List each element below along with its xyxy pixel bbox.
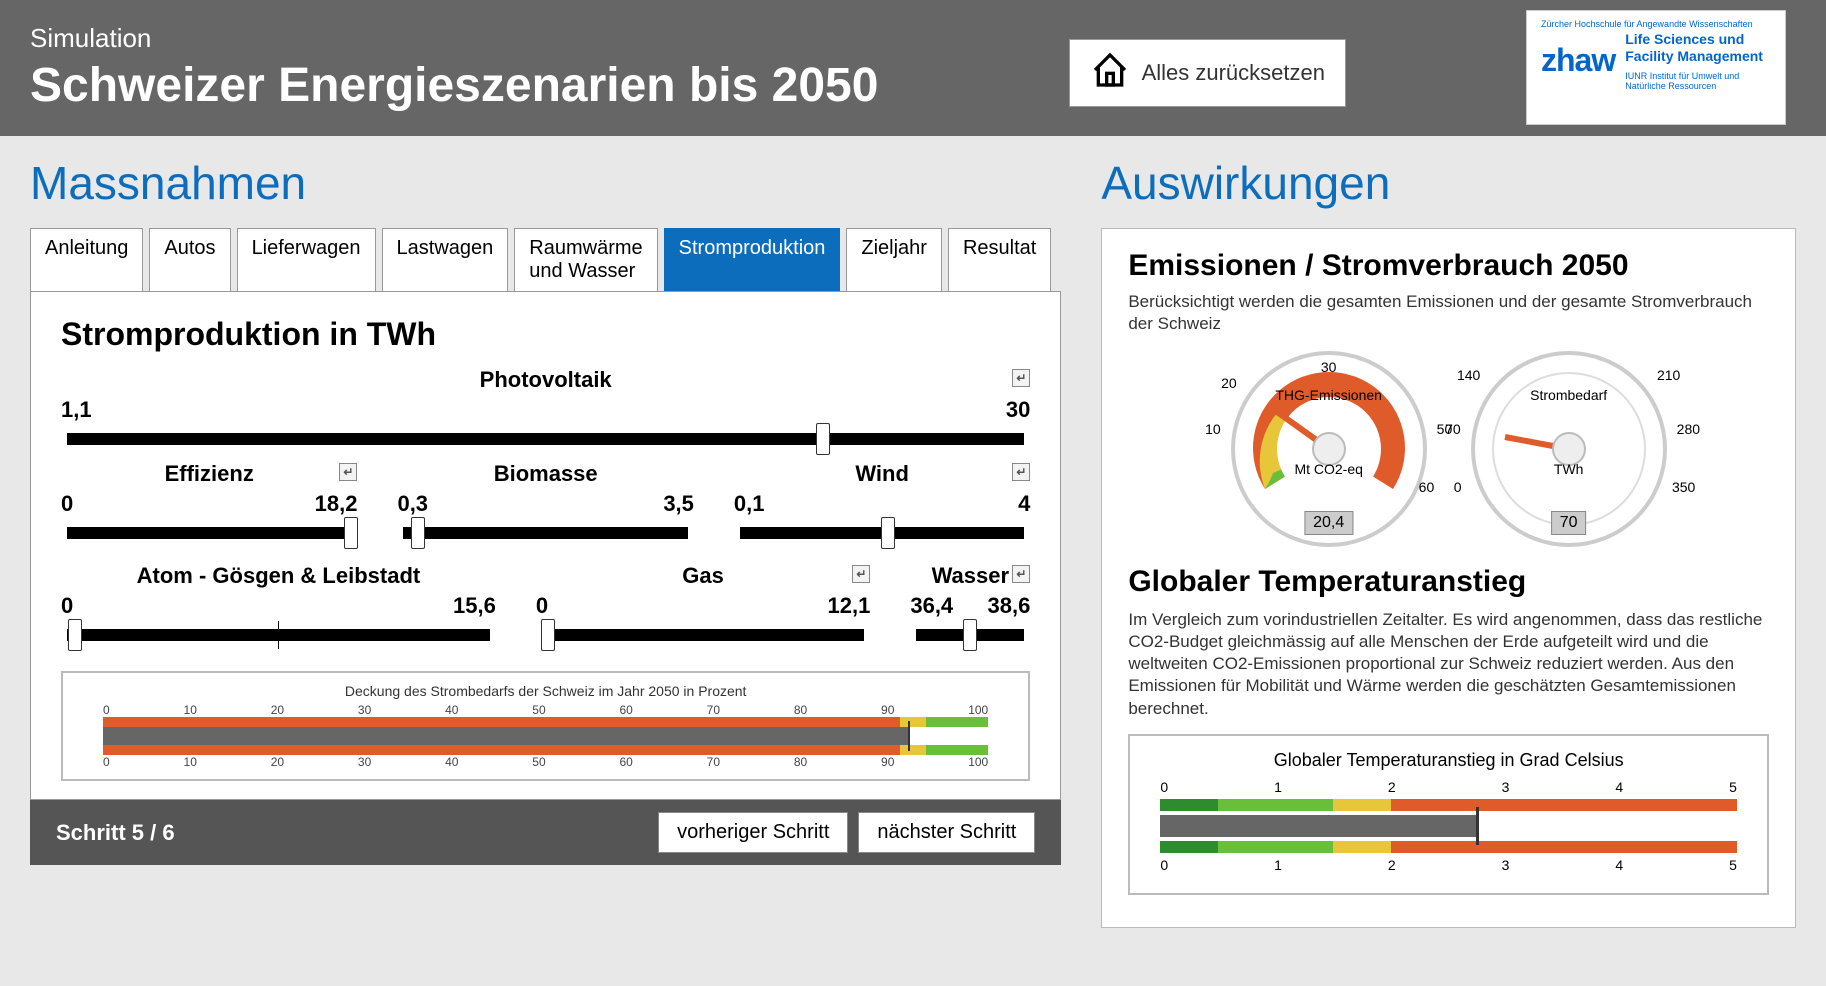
step-indicator: Schritt 5 / 6 xyxy=(56,820,648,846)
slider-handle[interactable] xyxy=(963,619,977,651)
effects-title: Emissionen / Stromverbrauch 2050 xyxy=(1128,249,1769,283)
home-icon xyxy=(1090,50,1130,96)
temp-axis-top: 012345 xyxy=(1160,779,1737,795)
coverage-value-bar xyxy=(103,727,909,745)
tab-lastwagen[interactable]: Lastwagen xyxy=(382,228,509,291)
slider-track[interactable] xyxy=(740,527,1024,539)
reset-all-label: Alles zurücksetzen xyxy=(1142,60,1325,86)
slider-wind: Wind↵ 0,14 xyxy=(734,461,1030,539)
slider-gas: Gas↵ 012,1 xyxy=(536,563,871,641)
reset-icon[interactable]: ↵ xyxy=(1012,369,1030,387)
tab-bar: AnleitungAutosLieferwagenLastwagenRaumwä… xyxy=(30,228,1061,291)
gauge-emissions: THG-Emissionen Mt CO2-eq 10 20 30 50 60 … xyxy=(1229,349,1429,549)
slider-handle[interactable] xyxy=(816,423,830,455)
slider-handle[interactable] xyxy=(68,619,82,651)
main-panel: Stromproduktion in TWh Photovoltaik↵ 1,1… xyxy=(30,291,1061,800)
slider-track[interactable] xyxy=(542,629,865,641)
slider-track[interactable] xyxy=(67,629,490,641)
slider-track[interactable] xyxy=(916,629,1024,641)
gauge-strombedarf-value: 70 xyxy=(1551,511,1587,535)
section-title-left: Massnahmen xyxy=(30,156,1061,210)
tab-zieljahr[interactable]: Zieljahr xyxy=(846,228,942,291)
tab-autos[interactable]: Autos xyxy=(149,228,230,291)
tab-resultat[interactable]: Resultat xyxy=(948,228,1051,291)
coverage-bar-bottom xyxy=(103,745,988,755)
reset-icon[interactable]: ↵ xyxy=(1012,463,1030,481)
prev-step-button[interactable]: vorheriger Schritt xyxy=(658,812,848,853)
tab-anleitung[interactable]: Anleitung xyxy=(30,228,143,291)
header-supertitle: Simulation xyxy=(30,23,1069,54)
coverage-chart: Deckung des Strombedarfs der Schweiz im … xyxy=(61,671,1030,781)
gauge-emissions-value: 20,4 xyxy=(1304,511,1353,535)
slider-wasser: Wasser↵ 36,438,6 xyxy=(910,563,1030,641)
temp-heading: Globaler Temperaturanstieg xyxy=(1128,565,1769,599)
effects-panel: Emissionen / Stromverbrauch 2050 Berücks… xyxy=(1101,228,1796,928)
step-footer: Schritt 5 / 6 vorheriger Schritt nächste… xyxy=(30,800,1061,865)
reset-icon[interactable]: ↵ xyxy=(1012,565,1030,583)
header-left: Simulation Schweizer Energieszenarien bi… xyxy=(30,23,1069,113)
temperature-chart: Globaler Temperaturanstieg in Grad Celsi… xyxy=(1128,734,1769,895)
slider-handle[interactable] xyxy=(881,517,895,549)
reset-all-button[interactable]: Alles zurücksetzen xyxy=(1069,39,1346,107)
reset-icon[interactable]: ↵ xyxy=(852,565,870,583)
tab-raumw-rme-und-wasser[interactable]: Raumwärme und Wasser xyxy=(514,228,657,291)
page-title: Schweizer Energieszenarien bis 2050 xyxy=(30,58,1069,113)
slider-track[interactable] xyxy=(67,527,351,539)
slider-handle[interactable] xyxy=(541,619,555,651)
section-title-right: Auswirkungen xyxy=(1101,156,1796,210)
temp-desc: Im Vergleich zum vorindustriellen Zeital… xyxy=(1128,609,1769,719)
tab-lieferwagen[interactable]: Lieferwagen xyxy=(237,228,376,291)
slider-track[interactable] xyxy=(67,433,1024,445)
gauge-strombedarf: Strombedarf TWh 0 70 140 210 280 350 70 xyxy=(1469,349,1669,549)
logo-brand: zhaw xyxy=(1541,42,1615,79)
slider-atom: Atom - Gösgen & Leibstadt 015,6 xyxy=(61,563,496,641)
logo: Zürcher Hochschule für Angewandte Wissen… xyxy=(1526,10,1786,125)
slider-biomasse: Biomasse 0,33,5 xyxy=(397,461,693,539)
slider-photovoltaik: Photovoltaik↵ 1,130 xyxy=(61,367,1030,445)
coverage-axis-bottom: 0102030405060708090100 xyxy=(103,755,988,769)
slider-handle[interactable] xyxy=(344,517,358,549)
temp-axis-bottom: 012345 xyxy=(1160,857,1737,873)
header: Simulation Schweizer Energieszenarien bi… xyxy=(0,0,1826,136)
effects-desc: Berücksichtigt werden die gesamten Emiss… xyxy=(1128,291,1769,335)
next-step-button[interactable]: nächster Schritt xyxy=(858,812,1035,853)
panel-title: Stromproduktion in TWh xyxy=(61,316,1030,353)
slider-track[interactable] xyxy=(403,527,687,539)
reset-icon[interactable]: ↵ xyxy=(339,463,357,481)
coverage-bar-top xyxy=(103,717,988,727)
tab-stromproduktion[interactable]: Stromproduktion xyxy=(664,228,841,291)
slider-effizienz: Effizienz↵ 018,2 xyxy=(61,461,357,539)
temp-value-bar xyxy=(1160,815,1477,837)
coverage-axis-top: 0102030405060708090100 xyxy=(103,703,988,717)
slider-handle[interactable] xyxy=(411,517,425,549)
